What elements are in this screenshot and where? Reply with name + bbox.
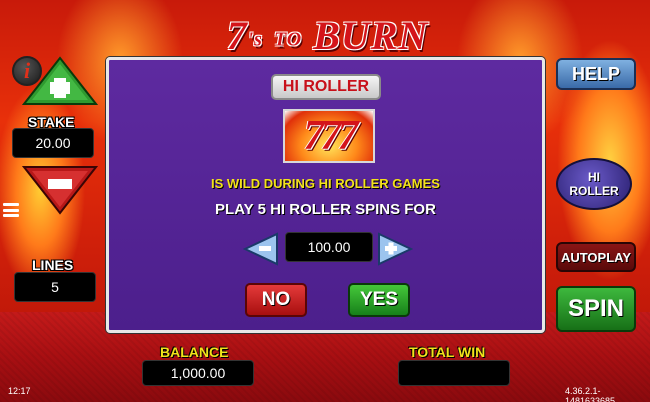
lines-value: 5 — [14, 272, 96, 302]
stake-decrease-button[interactable] — [22, 165, 98, 215]
total-win-value — [398, 360, 510, 386]
spin-button[interactable]: SPIN — [556, 286, 636, 332]
info-button[interactable]: i — [12, 56, 42, 86]
hi-roller-line2: ROLLER — [569, 184, 619, 198]
balance-label: BALANCE — [160, 344, 229, 360]
menu-icon[interactable] — [3, 203, 19, 217]
help-button[interactable]: HELP — [556, 58, 636, 90]
logo-to: TO — [273, 27, 303, 50]
hi-roller-line1: HI — [588, 170, 600, 184]
balance-value: 1,000.00 — [142, 360, 254, 386]
play-description: PLAY 5 HI ROLLER SPINS FOR — [215, 201, 436, 218]
version-label: 4.36.2.1-1481633685 — [565, 386, 616, 402]
logo-s: 's — [247, 27, 263, 50]
amount-decrease-button[interactable] — [243, 232, 279, 266]
logo-burn: BURN — [313, 12, 429, 58]
logo-text: 7's TO BURN — [227, 12, 429, 59]
minus-icon — [259, 246, 271, 251]
logo-seven: 7 — [226, 12, 248, 58]
hi-roller-button[interactable]: HI ROLLER — [556, 158, 632, 210]
minus-icon — [48, 179, 72, 189]
stake-value: 20.00 — [12, 128, 94, 158]
clock: 12:17 — [8, 386, 31, 396]
spin-cost-value: 100.00 — [285, 232, 373, 262]
info-icon: i — [23, 58, 31, 83]
dialog-title: HI ROLLER — [271, 74, 381, 100]
triple-seven-symbol: 777 — [303, 113, 359, 159]
amount-increase-button[interactable] — [377, 232, 413, 266]
yes-button[interactable]: YES — [348, 283, 410, 317]
wild-description: IS WILD DURING HI ROLLER GAMES — [211, 176, 440, 191]
lines-label: LINES — [32, 257, 74, 273]
hi-roller-dialog: HI ROLLER 777 IS WILD DURING HI ROLLER G… — [106, 57, 545, 333]
game-background: 7's TO BURN i STAKE 20.00 LINES 5 HELP H… — [0, 0, 650, 402]
total-win-label: TOTAL WIN — [409, 344, 486, 360]
autoplay-button[interactable]: AUTOPLAY — [556, 242, 636, 272]
no-button[interactable]: NO — [245, 283, 307, 317]
game-logo: 7's TO BURN — [195, 10, 460, 60]
wild-symbol-image: 777 — [283, 109, 375, 163]
